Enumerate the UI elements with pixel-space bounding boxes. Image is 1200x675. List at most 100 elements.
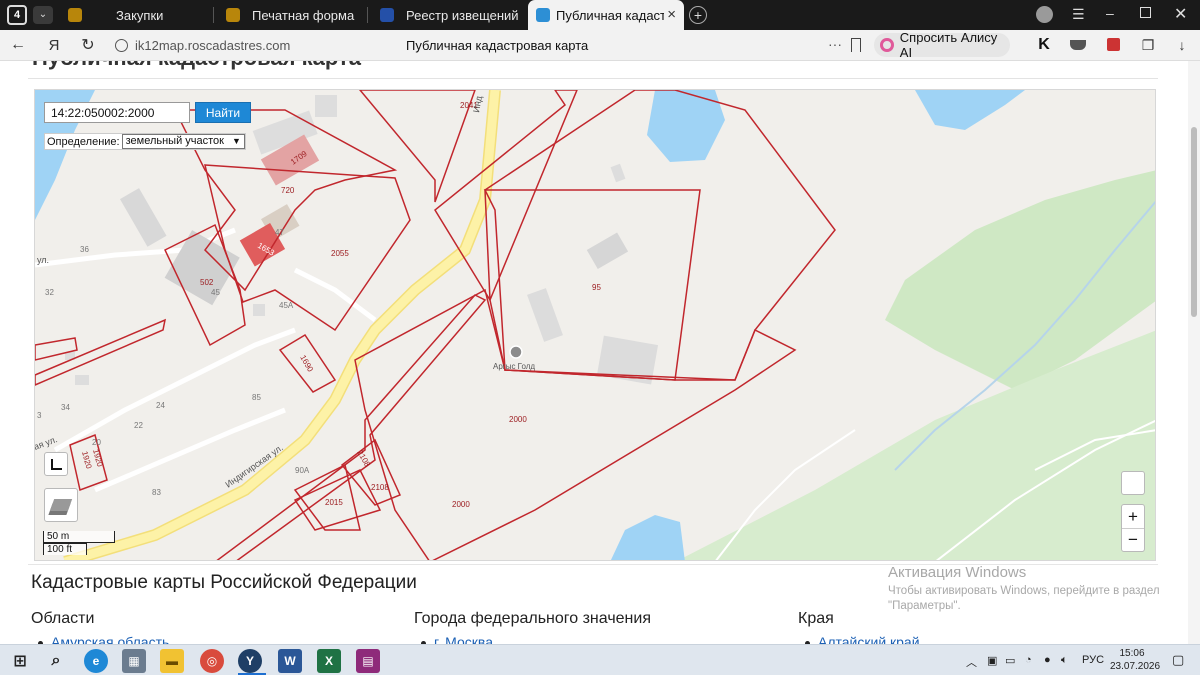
calculator-icon[interactable]: ▦ <box>122 649 146 673</box>
house-number: 85 <box>252 393 261 402</box>
house-number: 83 <box>152 488 161 497</box>
close-window-icon[interactable]: ✕ <box>1174 4 1187 24</box>
tab-label: Публичная кадастров <box>556 7 664 23</box>
locate-button[interactable] <box>1121 471 1145 495</box>
page-heading-cut: Публичная кадастровая карта <box>32 61 361 71</box>
notifications-icon[interactable]: ▢ <box>1172 652 1184 668</box>
house-number: 24 <box>156 401 165 410</box>
parcel-label: 502 <box>200 278 214 287</box>
page-title: Публичная кадастровая карта <box>406 38 589 53</box>
fullscreen-icon <box>50 458 62 470</box>
place-marker-icon[interactable] <box>509 345 523 359</box>
parcel-label: 2055 <box>331 249 349 258</box>
site-info-icon[interactable] <box>115 39 128 52</box>
definition-value: земельный участок <box>125 135 224 147</box>
language-indicator[interactable]: РУС <box>1082 654 1104 666</box>
minimize-icon[interactable]: – <box>1106 5 1114 21</box>
microphone-icon[interactable]: ● <box>1044 654 1051 666</box>
bookmark-icon[interactable] <box>851 38 861 52</box>
scale-metric: 50 m <box>43 531 115 543</box>
new-tab-button[interactable]: + <box>689 6 707 24</box>
parcel-label: 95 <box>592 283 601 292</box>
excel-icon[interactable]: X <box>317 649 341 673</box>
column-title-kraya: Края <box>798 610 834 627</box>
profile-avatar-icon[interactable] <box>1036 6 1053 23</box>
tab-zakupki[interactable]: Закупки <box>56 0 212 30</box>
cadastral-search-panel: Найти Определение: земельный участок ▼ <box>42 100 252 157</box>
definition-label: Определение: <box>47 135 120 148</box>
edge-icon[interactable]: e <box>84 649 108 673</box>
map-canvas[interactable]: 2041 1709 720 1653 2055 502 95 1690 2000… <box>35 90 1156 561</box>
fullscreen-button[interactable] <box>44 452 68 476</box>
yandex-icon[interactable]: Я <box>42 33 66 57</box>
parcel-label: 720 <box>281 186 295 195</box>
extension2-icon[interactable] <box>1107 38 1120 51</box>
definition-select[interactable]: земельный участок ▼ <box>121 134 245 149</box>
house-number: 47 <box>275 228 284 237</box>
zoom-in-button[interactable]: + <box>1122 505 1144 529</box>
search-button[interactable]: Найти <box>195 102 251 123</box>
clock-time: 15:06 <box>1119 648 1145 659</box>
tab-registry[interactable]: Реестр извещений <box>368 0 524 30</box>
windows-activation-title: Активация Windows <box>888 564 1027 581</box>
tray-app-icon[interactable]: ▣ <box>987 654 997 667</box>
column-title-oblasti: Области <box>31 610 95 627</box>
house-number: 3 <box>37 411 42 420</box>
parcel-label: 2015 <box>325 498 343 507</box>
battery-icon[interactable]: ▭ <box>1005 654 1015 667</box>
more-icon[interactable]: ··· <box>828 36 842 52</box>
address-bar: ← Я ↻ ik12map.roscadastres.com Публичная… <box>0 30 1200 61</box>
cadastral-number-input[interactable] <box>44 102 190 123</box>
link-moscow[interactable]: г. Москва <box>434 634 493 644</box>
back-icon[interactable]: ← <box>6 33 30 57</box>
tray-arrow-icon[interactable]: ︿ <box>966 654 977 670</box>
tab-list-chevron-icon[interactable]: ⌄ <box>33 6 53 24</box>
start-icon[interactable]: ⊞ <box>8 649 32 673</box>
house-number: 32 <box>45 288 54 297</box>
zoom-out-button[interactable]: − <box>1122 529 1144 552</box>
tab-cadastral-map[interactable]: Публичная кадастров× <box>528 0 684 30</box>
word-icon[interactable]: W <box>278 649 302 673</box>
shield-icon <box>380 8 394 22</box>
heading-divider <box>28 78 1158 79</box>
house-number: 34 <box>61 403 70 412</box>
tab-label: Реестр извещений <box>406 7 519 23</box>
wifi-icon[interactable]: ◔ <box>1025 654 1032 666</box>
page-scrollbar[interactable] <box>1188 61 1200 644</box>
scrollbar-thumb[interactable] <box>1191 127 1197 317</box>
scale-imperial: 100 ft <box>43 543 87 555</box>
house-number: 45А <box>279 301 294 310</box>
reload-icon[interactable]: ↻ <box>76 33 100 57</box>
clock[interactable]: 15:06 23.07.2026 <box>1110 647 1160 673</box>
windows-activation-text: Чтобы активировать Windows, перейдите в … <box>888 585 1160 612</box>
house-number: 22 <box>134 421 143 430</box>
house-number: 36 <box>80 245 89 254</box>
alice-label: Спросить Алису AI <box>899 30 998 60</box>
scale-bar: 50 m 100 ft <box>39 531 115 555</box>
kinopoisk-icon[interactable]: K <box>1034 33 1054 57</box>
winrar-icon[interactable]: ▤ <box>356 649 380 673</box>
volume-icon[interactable]: 🔈︎ <box>1061 654 1068 667</box>
tab-print-form[interactable]: Печатная форма <box>214 0 366 30</box>
link-altai-krai[interactable]: Алтайский край <box>818 634 920 644</box>
link-amur-oblast[interactable]: Амурская область <box>51 634 169 644</box>
cadastral-map[interactable]: 2041 1709 720 1653 2055 502 95 1690 2000… <box>34 89 1156 561</box>
downloads-icon[interactable]: ↓ <box>1172 33 1192 57</box>
layers-button[interactable] <box>44 488 78 522</box>
url-field[interactable]: ik12map.roscadastres.com <box>135 38 290 53</box>
browser-tab-bar: 4 ⌄ Закупки Печатная форма Реестр извеще… <box>0 0 1200 30</box>
search-icon[interactable]: ⌕ <box>44 649 68 673</box>
restore-icon[interactable] <box>1140 7 1151 18</box>
yandex-browser-icon[interactable]: Y <box>238 649 262 673</box>
close-tab-icon[interactable]: × <box>667 6 676 23</box>
house-number: 45 <box>211 288 220 297</box>
menu-icon[interactable]: ☰ <box>1072 6 1085 23</box>
collections-icon[interactable]: ❐ <box>1138 33 1158 57</box>
file-explorer-icon[interactable]: ▬ <box>160 649 184 673</box>
tab-counter[interactable]: 4 <box>7 5 27 25</box>
extension-icon[interactable] <box>1070 40 1086 50</box>
chrome-icon[interactable]: ◎ <box>200 649 224 673</box>
gerb-icon <box>68 8 82 22</box>
alice-button[interactable]: Спросить Алису AI <box>874 30 1010 60</box>
map-favicon-icon <box>536 8 550 22</box>
